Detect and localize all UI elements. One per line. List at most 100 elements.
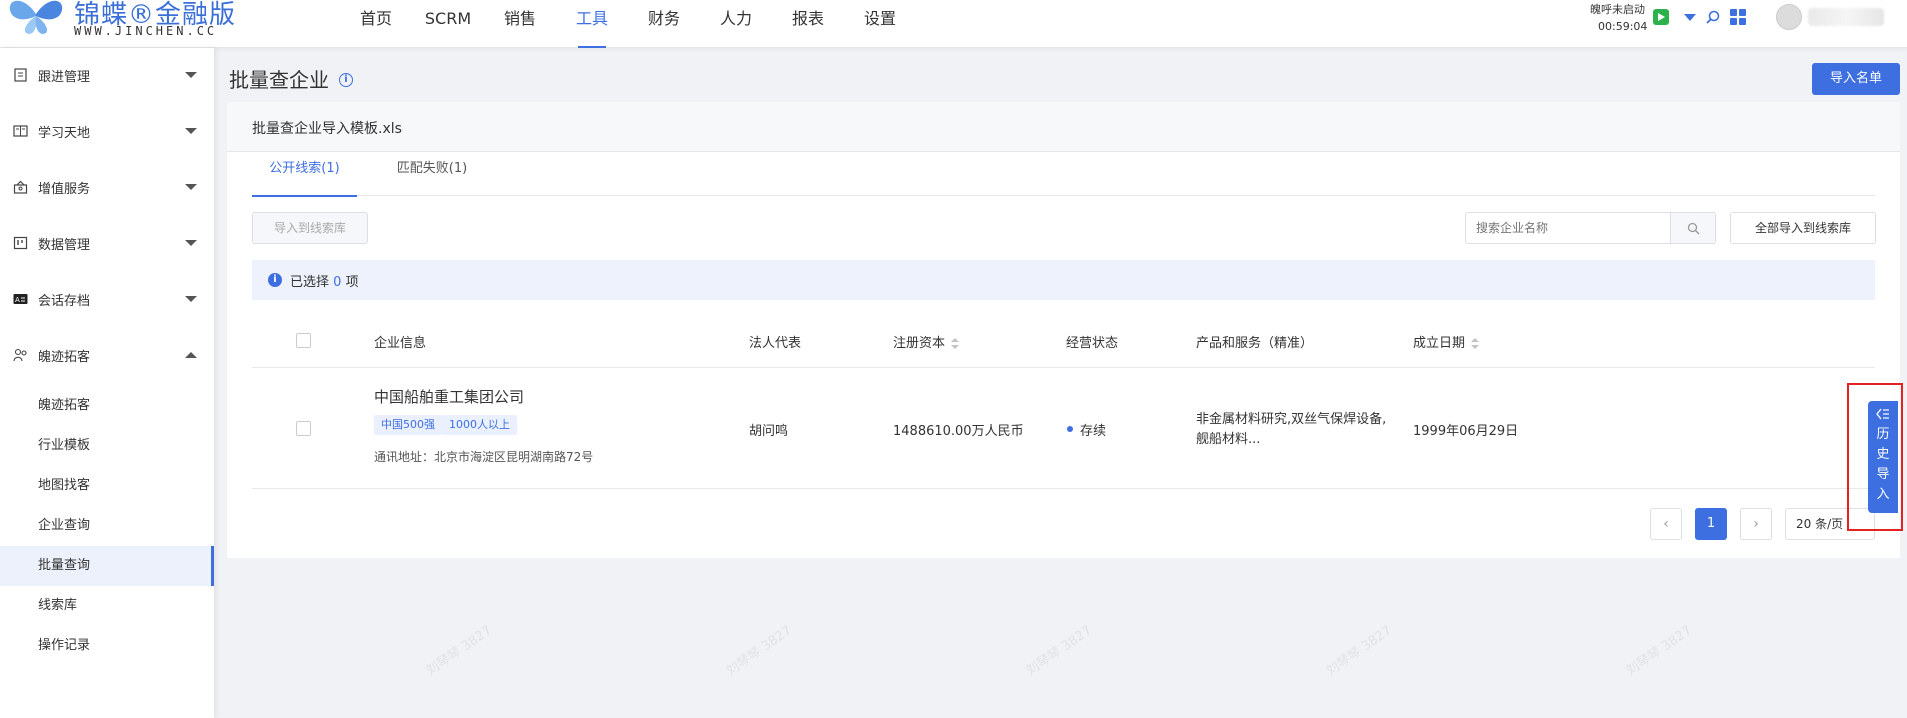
gift-icon [13,180,28,194]
avatar[interactable] [1776,4,1802,30]
page-title: 批量查企业 [229,68,329,92]
nav-scrm[interactable]: SCRM [412,0,484,48]
sidebar-item-company-query[interactable]: 企业查询 [0,506,214,546]
selection-count: 0 [333,275,342,290]
table-row: 中国船舶重工集团公司 中国500强 1000人以上 通讯地址：北京市海淀区昆明湖… [252,368,1875,489]
sidebar-item-lead-pool[interactable]: 线索库 [0,586,214,626]
nav-tools[interactable]: 工具 [556,0,628,48]
sidebar-item-map-search[interactable]: 地图找客 [0,466,214,506]
book-icon [13,125,28,137]
tag-top500: 中国500强 [374,415,442,435]
sidebar-group-value-added[interactable]: 增值服务 [0,160,214,216]
chevron-down-icon [185,72,197,78]
sidebar-group-label: 增值服务 [38,182,91,197]
username-blurred[interactable] [1808,8,1884,26]
sidebar-item-batch-query[interactable]: 批量查询 [0,546,214,586]
sidebar-group-follow-up[interactable]: 跟进管理 [0,48,214,104]
import-list-button[interactable]: 导入名单 [1812,63,1900,95]
select-all-checkbox[interactable] [296,333,311,348]
tag-employee-size: 1000人以上 [442,415,517,435]
file-name: 批量查企业导入模板.xls [252,121,402,137]
selection-text: 已选择 0 项 [290,275,359,290]
chevron-down-icon [185,184,197,190]
watermark-text: 刘琴琴 3827 [1323,623,1395,680]
sidebar-group-label: 数据管理 [38,238,91,253]
col-legal-rep: 法人代表 [749,336,802,351]
sidebar-group-chat-archive[interactable]: A 会话存档 [0,272,214,328]
info-icon[interactable]: i [339,73,353,87]
sidebar-group-label: 学习天地 [38,126,91,141]
company-search-input[interactable] [1465,212,1671,244]
watermark-text: 刘琴琴 3827 [423,623,495,680]
sort-icon[interactable] [951,337,960,350]
tab-public-leads[interactable]: 公开线索(1) [252,152,357,197]
sidebar-group-learning[interactable]: 学习天地 [0,104,214,160]
chevron-up-icon [185,352,197,358]
col-capital[interactable]: 注册资本 [893,332,960,351]
nav-settings[interactable]: 设置 [844,0,916,48]
sidebar-group-data[interactable]: 数据管理 [0,216,214,272]
founded-date: 1999年06月29日 [1413,424,1519,439]
col-products: 产品和服务（精准） [1196,336,1314,351]
row-checkbox[interactable] [296,421,311,436]
nav-reports[interactable]: 报表 [772,0,844,48]
sidebar-item-prospecting[interactable]: 魄迹拓客 [0,386,214,426]
sidebar-item-industry-templates[interactable]: 行业模板 [0,426,214,466]
sidebar-group-label: 魄迹拓客 [38,350,91,365]
logo[interactable]: 锦蝶®金融版 WWW.JINCHEN.CC [0,0,250,48]
nav-finance[interactable]: 财务 [628,0,700,48]
people-icon [13,348,27,362]
company-name[interactable]: 中国船舶重工集团公司 [374,386,524,407]
legal-rep: 胡问鸣 [749,424,789,439]
import-all-button[interactable]: 全部导入到线索库 [1730,212,1876,244]
status-dot-icon [1067,426,1073,432]
board-icon [13,236,28,250]
products-services: 非金属材料研究,双丝气保焊设备,舰船材料... [1196,412,1387,447]
table-header: 企业信息 法人代表 注册资本 经营状态 产品和服务（精准） 成立日期 [252,314,1875,368]
clipboard-icon [14,68,27,82]
top-bar: 锦蝶®金融版 WWW.JINCHEN.CC 首页 SCRM 销售 工具 财务 人… [0,0,1907,48]
chevron-down-icon [185,296,197,302]
apps-grid-icon[interactable] [1730,9,1746,25]
col-founded[interactable]: 成立日期 [1413,332,1480,351]
page-1-button[interactable]: 1 [1695,508,1727,540]
nav-hr[interactable]: 人力 [700,0,772,48]
col-status: 经营状态 [1066,336,1119,351]
chat-archive-icon: A [13,294,28,304]
result-tabs: 公开线索(1) 匹配失败(1) [252,152,1875,197]
nav-home[interactable]: 首页 [340,0,412,48]
watermark-text: 刘琴琴 3827 [1023,623,1095,680]
chevron-down-icon[interactable] [1684,14,1696,21]
prev-page-button[interactable]: ‹ [1650,508,1682,540]
sidebar-group-label: 会话存档 [38,294,91,309]
chevron-down-icon [185,128,197,134]
import-to-pool-button[interactable]: 导入到线索库 [252,212,368,244]
company-address: 通讯地址：北京市海淀区昆明湖南路72号 [374,450,594,464]
call-status-label: 魄呼未启动 [1590,3,1645,16]
next-page-button[interactable]: › [1740,508,1772,540]
search-icon[interactable] [1706,10,1720,24]
search-icon [1687,222,1700,235]
registered-capital: 1488610.00万人民币 [893,424,1024,439]
tab-match-failed[interactable]: 匹配失败(1) [382,152,482,196]
sidebar-group-prospecting[interactable]: 魄迹拓客 [0,328,214,384]
watermark-text: 刘琴琴 3827 [723,623,795,680]
sidebar-item-operation-log[interactable]: 操作记录 [0,626,214,666]
butterfly-logo-icon [9,0,63,34]
logo-url: WWW.JINCHEN.CC [74,24,218,38]
sidebar-group-label: 跟进管理 [38,70,91,85]
info-icon: i [268,273,282,287]
results-panel: 批量查企业导入模板.xls 公开线索(1) 匹配失败(1) 导入到线索库 全部导… [227,102,1900,558]
nav-sales[interactable]: 销售 [484,0,556,48]
main-nav: 首页 SCRM 销售 工具 财务 人力 报表 设置 [340,0,916,48]
play-icon[interactable] [1653,9,1669,25]
sidebar: 跟进管理 学习天地 增值服务 数据管理 A 会话存档 魄迹拓客 魄迹拓客 行业模… [0,48,214,718]
file-header: 批量查企业导入模板.xls [227,102,1900,152]
selection-bar: i 已选择 0 项 [252,260,1875,300]
col-company-info: 企业信息 [374,336,427,351]
search-button[interactable] [1670,212,1716,244]
sort-icon[interactable] [1471,337,1480,350]
highlight-annotation [1847,383,1903,531]
call-timer: 00:59:04 [1598,20,1648,33]
watermark-text: 刘琴琴 3827 [1623,623,1695,680]
